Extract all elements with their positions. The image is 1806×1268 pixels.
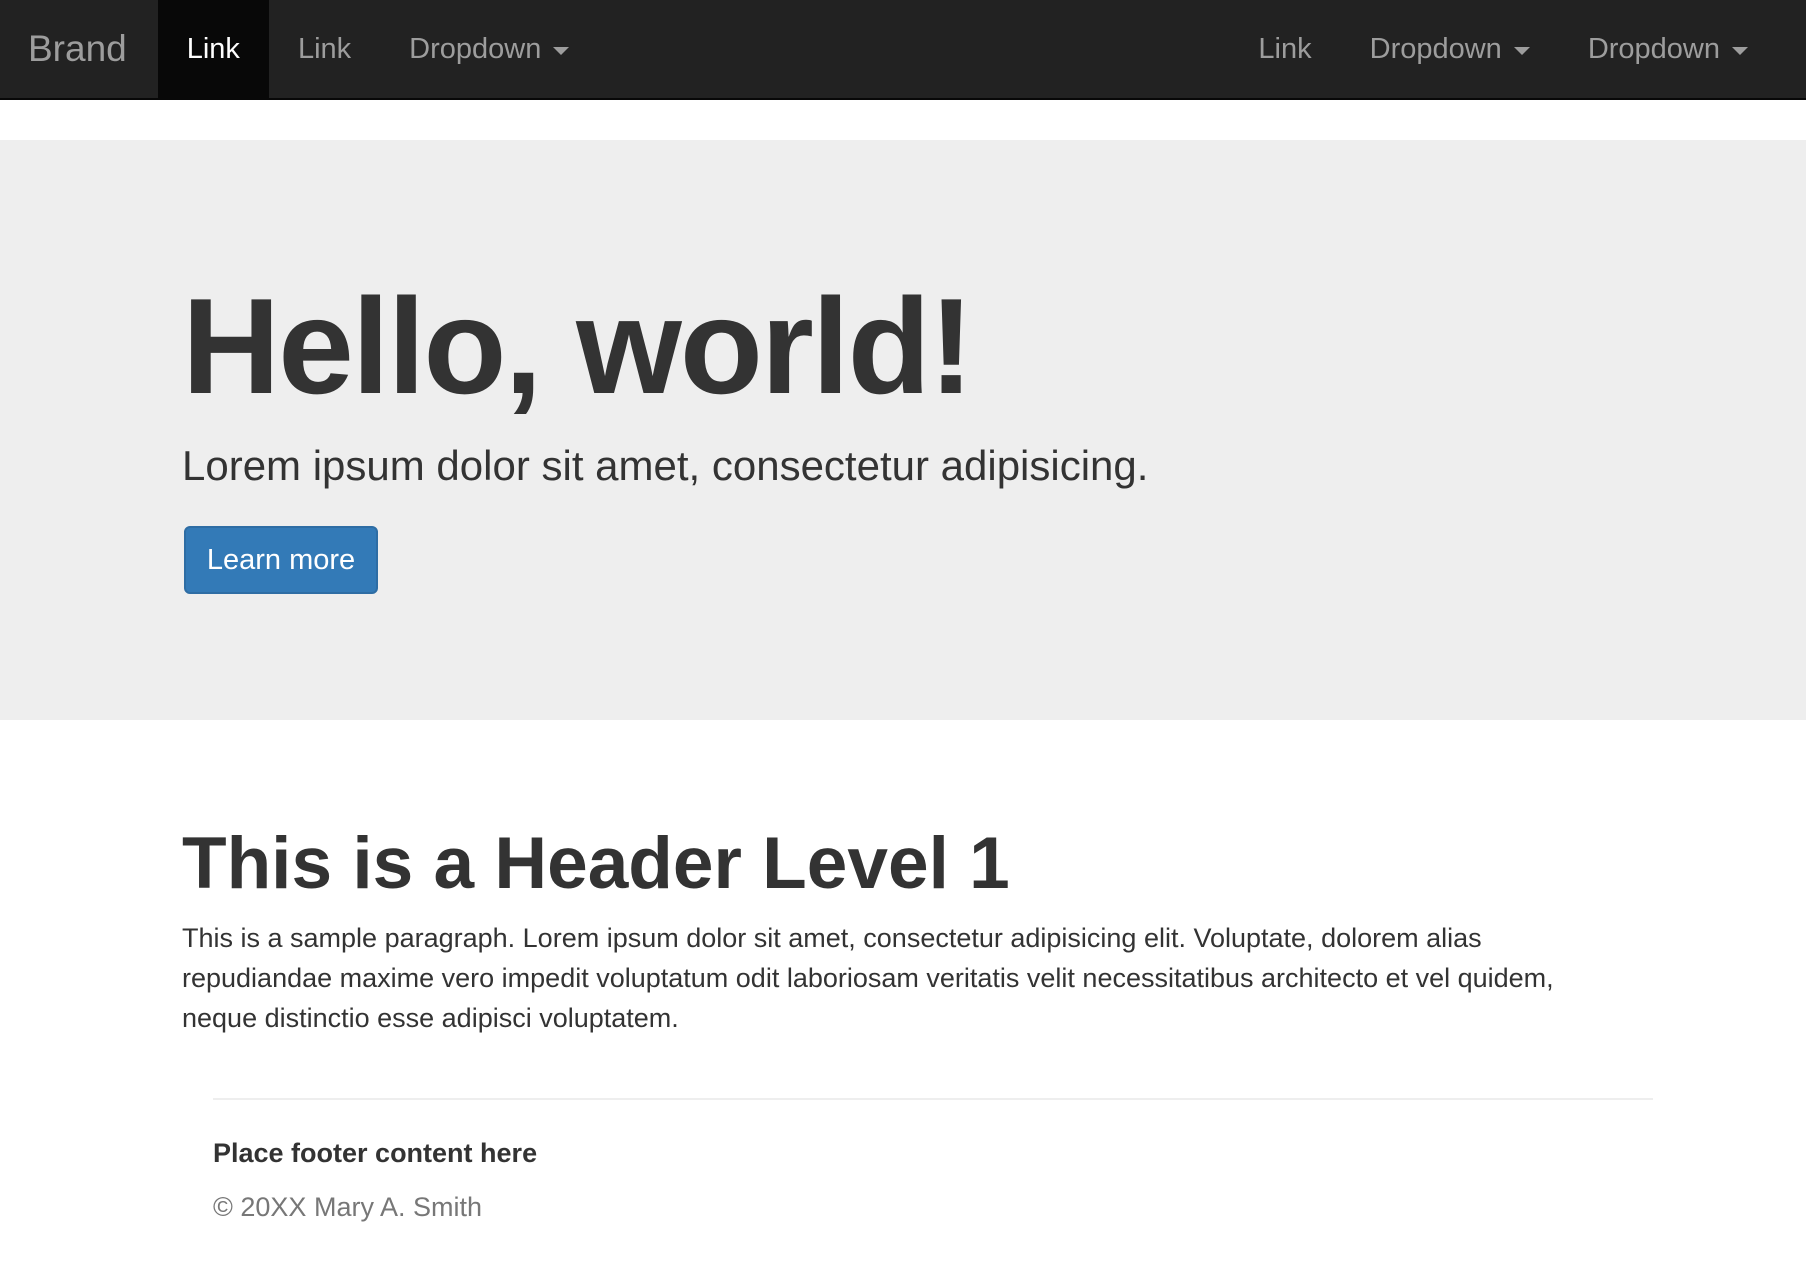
navbar-right-menu: Link Dropdown Dropdown bbox=[1229, 0, 1806, 98]
nav-link-2[interactable]: Link bbox=[269, 0, 380, 98]
footer-copyright: © 20XX Mary A. Smith bbox=[213, 1192, 482, 1222]
jumbotron-lead: Lorem ipsum dolor sit amet, consectetur … bbox=[182, 442, 1149, 489]
navbar-brand[interactable]: Brand bbox=[0, 0, 158, 98]
footer-heading: Place footer content here bbox=[213, 1138, 538, 1168]
caret-down-icon bbox=[1732, 46, 1748, 55]
nav-link-home[interactable]: Link bbox=[157, 0, 269, 98]
nav-dropdown-label: Dropdown bbox=[1369, 32, 1502, 65]
nav-dropdown-right-2[interactable]: Dropdown bbox=[1559, 0, 1777, 98]
nav-link-label: Link bbox=[186, 32, 240, 65]
top-navbar: Brand Link Link Dropdown Link Dropdown D… bbox=[0, 0, 1806, 100]
navbar-left-menu: Link Link Dropdown bbox=[157, 0, 599, 98]
jumbotron-title: Hello, world! bbox=[182, 270, 974, 422]
footer-divider bbox=[213, 1098, 1653, 1100]
caret-down-icon bbox=[553, 46, 570, 55]
nav-link-right[interactable]: Link bbox=[1229, 0, 1340, 98]
learn-more-button[interactable]: Learn more bbox=[184, 526, 378, 594]
nav-link-label: Link bbox=[297, 32, 352, 65]
nav-dropdown-label: Dropdown bbox=[1587, 32, 1720, 65]
caret-down-icon bbox=[1513, 46, 1530, 55]
sample-paragraph: This is a sample paragraph. Lorem ipsum … bbox=[182, 923, 1554, 1033]
nav-dropdown-left[interactable]: Dropdown bbox=[380, 0, 598, 98]
nav-link-label: Link bbox=[1258, 32, 1312, 65]
nav-dropdown-label: Dropdown bbox=[409, 32, 542, 65]
nav-dropdown-right-1[interactable]: Dropdown bbox=[1341, 0, 1559, 98]
jumbotron: Hello, world! Lorem ipsum dolor sit amet… bbox=[0, 140, 1806, 720]
page-heading: This is a Header Level 1 bbox=[182, 823, 1010, 904]
